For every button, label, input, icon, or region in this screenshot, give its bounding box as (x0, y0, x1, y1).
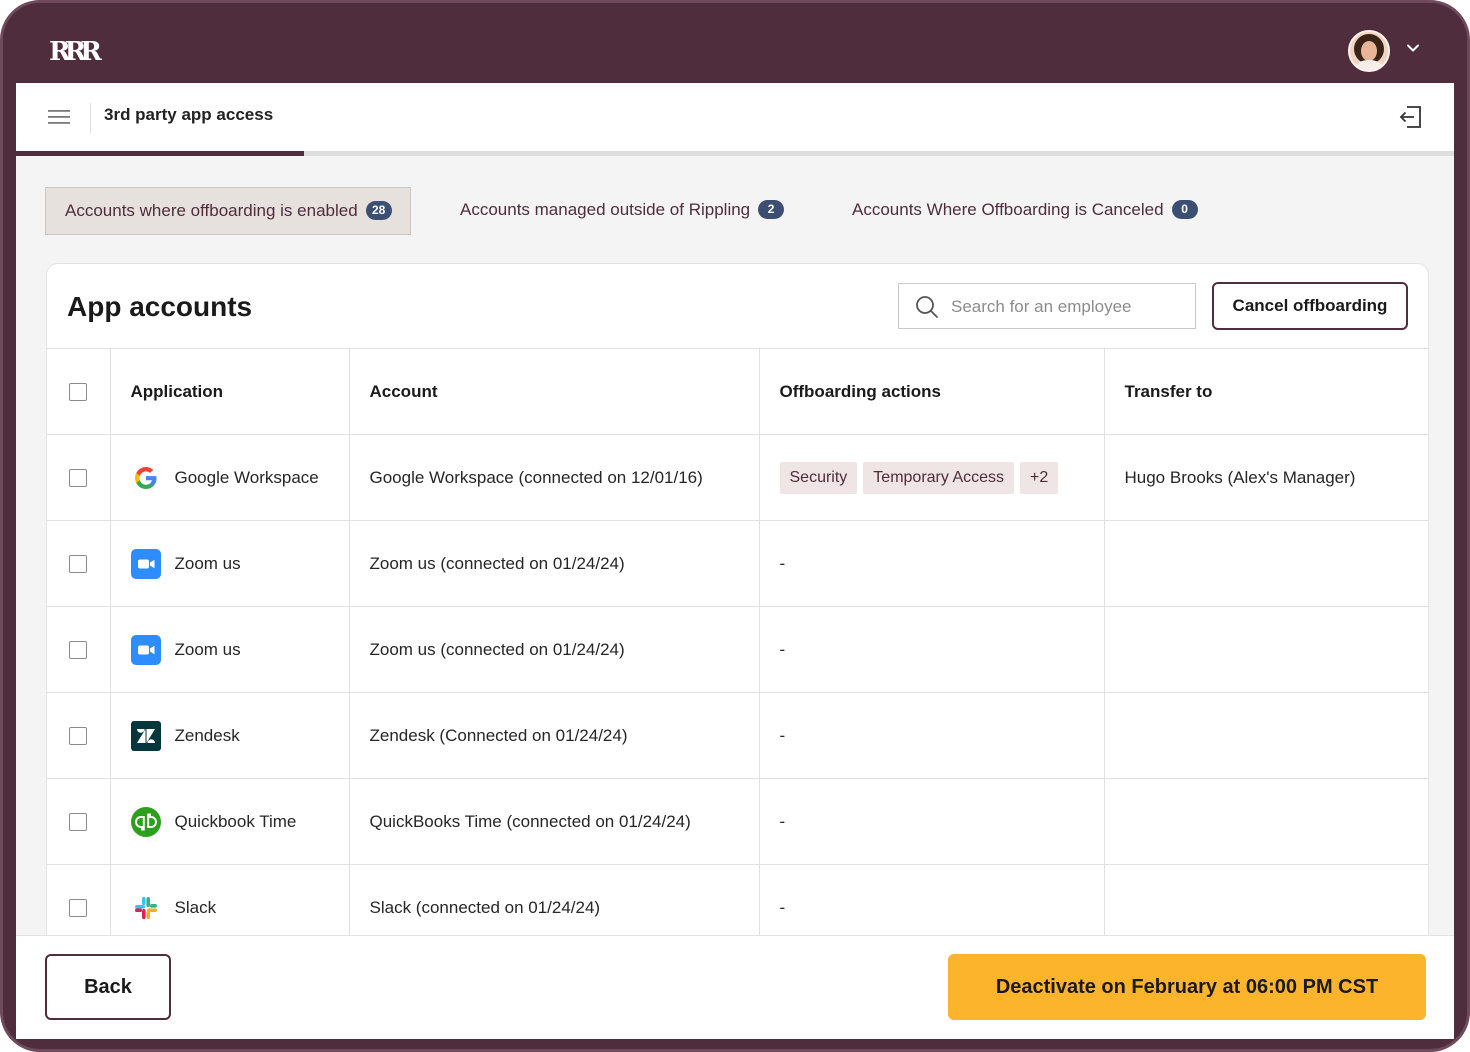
search-box[interactable] (898, 283, 1196, 329)
action-tag[interactable]: Security (779, 461, 858, 494)
transfer-to-cell (1103, 520, 1428, 607)
zendesk-icon (130, 720, 161, 751)
rippling-logo[interactable]: RRR (49, 38, 102, 66)
zoom-icon (130, 548, 161, 579)
transfer-to-cell (1103, 778, 1428, 865)
back-button[interactable]: Back (45, 954, 171, 1020)
select-cell (47, 434, 111, 521)
offboarding-actions-cell: - (758, 520, 1105, 607)
account-cell: Google Workspace (connected on 12/01/16) (348, 434, 760, 521)
avatar-face (1361, 41, 1377, 61)
top-bar: RRR (3, 3, 1467, 83)
sub-header: 3rd party app access (16, 83, 1454, 156)
account-cell: QuickBooks Time (connected on 01/24/24) (348, 778, 760, 865)
select-cell (47, 692, 111, 779)
device-frame: RRR 3rd party app access Accounts where … (0, 0, 1470, 1052)
count-badge: 28 (365, 201, 392, 221)
application-cell: Zendesk (109, 692, 350, 779)
transfer-to-cell: Hugo Brooks (Alex's Manager) (1103, 434, 1428, 521)
table-row: Zoom us Zoom us (connected on 01/24/24) … (47, 606, 1428, 693)
column-header[interactable]: Account (348, 348, 760, 435)
action-tag[interactable]: Temporary Access (863, 461, 1015, 494)
tab-label: Accounts where offboarding is enabled (65, 201, 358, 220)
application-name: Google Workspace (174, 467, 319, 487)
row-checkbox[interactable] (69, 469, 88, 488)
account-cell: Zoom us (connected on 01/24/24) (348, 520, 760, 607)
table-header-row: Application Account Offboarding actions … (47, 348, 1428, 435)
footer-bar: Back Deactivate on February at 06:00 PM … (16, 935, 1454, 1039)
select-all-cell (47, 348, 111, 435)
progress-fill (16, 151, 304, 156)
application-cell: Google Workspace (109, 434, 350, 521)
application-name: Zoom us (174, 553, 241, 573)
column-header[interactable]: Application (109, 348, 350, 435)
quickbooks-icon (130, 806, 161, 837)
table-row: Google Workspace Google Workspace (conne… (47, 434, 1428, 521)
app-screen: 3rd party app access Accounts where offb… (16, 83, 1454, 1039)
row-checkbox[interactable] (69, 641, 88, 660)
application-name: Quickbook Time (174, 811, 297, 831)
app-accounts-card: App accounts Cancel offboarding (46, 263, 1429, 1025)
avatar-body (1354, 60, 1384, 70)
row-checkbox[interactable] (69, 555, 88, 574)
application-cell: Zoom us (109, 520, 350, 607)
transfer-to-cell (1103, 606, 1428, 693)
accounts-table: Application Account Offboarding actions … (47, 348, 1428, 951)
account-cell: Zoom us (connected on 01/24/24) (348, 606, 760, 693)
transfer-to-cell (1103, 692, 1428, 779)
search-input[interactable] (949, 292, 1183, 322)
tab-label: Accounts Where Offboarding is Canceled (852, 200, 1164, 219)
zoom-icon (130, 634, 161, 665)
column-header[interactable]: Offboarding actions (758, 348, 1105, 435)
cancel-offboarding-button[interactable]: Cancel offboarding (1212, 282, 1408, 330)
application-cell: Quickbook Time (109, 778, 350, 865)
row-checkbox[interactable] (69, 813, 88, 832)
header-divider (90, 103, 91, 133)
offboarding-actions-cell: - (758, 692, 1105, 779)
select-cell (47, 606, 111, 693)
exit-icon[interactable] (1398, 104, 1424, 130)
user-avatar[interactable] (1348, 30, 1390, 72)
page-title: 3rd party app access (104, 105, 274, 124)
select-cell (47, 520, 111, 607)
application-name: Zoom us (174, 639, 241, 659)
deactivate-button[interactable]: Deactivate on February at 06:00 PM CST (948, 954, 1426, 1020)
table-row: Quickbook Time QuickBooks Time (connecte… (47, 778, 1428, 865)
account-cell: Zendesk (Connected on 01/24/24) (348, 692, 760, 779)
application-name: Slack (174, 897, 217, 917)
offboarding-actions-cell: Security Temporary Access +2 (758, 434, 1105, 521)
tab-managed-outside[interactable]: Accounts managed outside of Rippling 2 (460, 187, 785, 233)
count-badge: 2 (758, 200, 785, 220)
select-cell (47, 778, 111, 865)
progress-track (16, 151, 1454, 156)
offboarding-actions-cell: - (758, 778, 1105, 865)
tab-offboarding-enabled[interactable]: Accounts where offboarding is enabled 28 (45, 187, 411, 235)
table-row: Zoom us Zoom us (connected on 01/24/24) … (47, 520, 1428, 607)
table-row: Zendesk Zendesk (Connected on 01/24/24) … (47, 692, 1428, 779)
search-icon (916, 296, 938, 318)
chevron-down-icon[interactable] (1405, 40, 1421, 56)
google-icon (134, 466, 156, 489)
row-checkbox[interactable] (69, 727, 88, 746)
menu-icon[interactable] (48, 110, 70, 124)
column-header[interactable]: Transfer to (1103, 348, 1428, 435)
more-tags-badge[interactable]: +2 (1020, 461, 1059, 494)
select-all-checkbox[interactable] (69, 383, 88, 402)
count-badge: 0 (1171, 200, 1198, 220)
offboarding-actions-cell: - (758, 606, 1105, 693)
row-checkbox[interactable] (69, 899, 88, 918)
tab-offboarding-canceled[interactable]: Accounts Where Offboarding is Canceled 0 (852, 187, 1198, 233)
card-title: App accounts (67, 291, 253, 322)
tab-label: Accounts managed outside of Rippling (460, 200, 751, 219)
application-cell: Zoom us (109, 606, 350, 693)
application-name: Zendesk (174, 725, 240, 745)
slack-icon (134, 896, 157, 919)
